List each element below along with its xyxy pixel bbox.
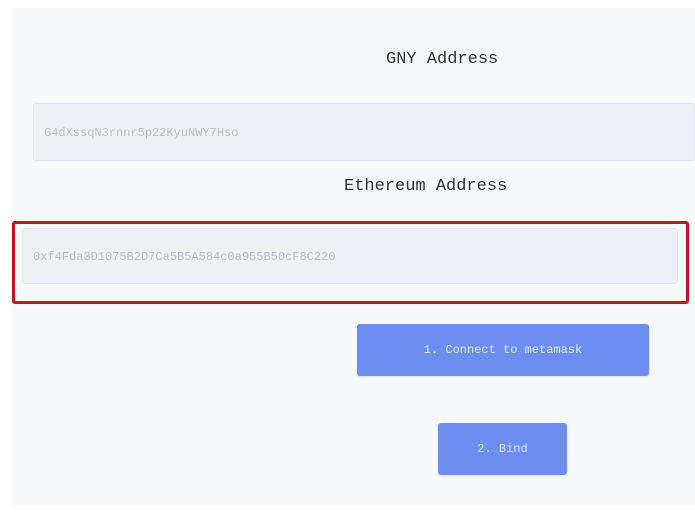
bind-button[interactable]: 2. Bind xyxy=(438,423,567,475)
ethereum-address-label: Ethereum Address xyxy=(344,177,508,196)
connect-metamask-button[interactable]: 1. Connect to metamask xyxy=(357,324,649,376)
highlight-box xyxy=(12,221,689,304)
gny-address-label: GNY Address xyxy=(386,50,499,69)
gny-address-field[interactable]: G4dXssqN3rnnr5p22KyuNWY7Hso xyxy=(33,103,695,161)
